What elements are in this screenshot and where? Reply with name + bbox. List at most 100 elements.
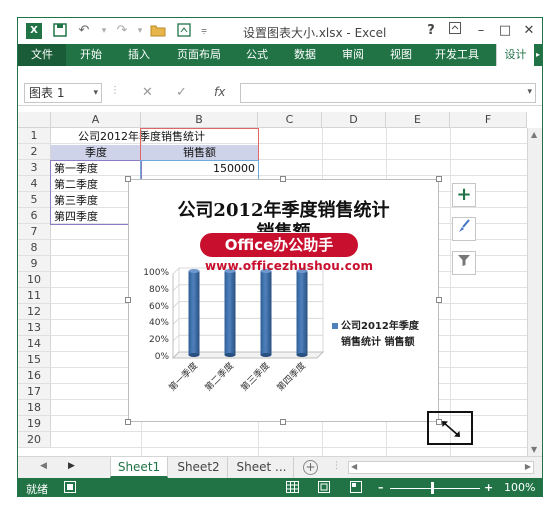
chart-bar[interactable] [260,269,272,357]
chart-object[interactable]: 公司2012年季度销售统计 销售额 0%20%40%60%80%100% 第一季… [128,179,439,422]
formula-expand-icon[interactable]: ▾ [527,87,532,97]
column-header-c[interactable]: C [258,112,322,128]
row-header-12[interactable]: 12 [18,304,51,320]
save-icon[interactable] [52,23,68,39]
horizontal-scrollbar[interactable]: ◀ ▶ [348,461,534,474]
resize-handle-bottom-left[interactable] [125,419,131,425]
sheet-next-icon[interactable]: ▶ [68,461,75,471]
row-header-6[interactable]: 6 [18,208,51,224]
tab-file[interactable]: 文件 [18,44,66,66]
minimize-icon[interactable]: – [472,22,490,40]
name-box-dropdown-icon[interactable]: ▾ [93,84,98,102]
legend-swatch [332,323,338,329]
qat-more-icon[interactable]: ⩦ [196,23,212,39]
chart-plot-area[interactable]: 第一季度 第二季度 第三季度 第四季度 [129,180,440,423]
row-header-13[interactable]: 13 [18,320,51,336]
vertical-scrollbar[interactable]: ▲ ▼ [527,128,542,456]
normal-view-icon[interactable] [286,481,299,496]
resize-handle-top-left[interactable] [125,176,131,182]
tab-scroll-right-icon[interactable]: ▸ [534,44,542,66]
column-header-d[interactable]: D [322,112,386,128]
row-header-16[interactable]: 16 [18,368,51,384]
sheet-tab-sheet2[interactable]: Sheet2 [170,457,228,478]
chart-filters-button[interactable] [452,251,476,275]
row-header-3[interactable]: 3 [18,160,51,176]
row-header-1[interactable]: 1 [18,128,51,144]
page-break-view-icon[interactable] [350,481,362,496]
resize-handle-top-right[interactable] [436,176,442,182]
tab-view[interactable]: 视图 [384,44,418,66]
row-header-18[interactable]: 18 [18,400,51,416]
resize-handle-bottom[interactable] [280,419,286,425]
column-header-a[interactable]: A [51,112,141,128]
chart-elements-button[interactable]: + [452,183,476,207]
row-header-10[interactable]: 10 [18,272,51,288]
scroll-up-icon[interactable]: ▲ [531,130,537,139]
zoom-slider-thumb[interactable] [431,482,434,494]
tab-insert[interactable]: 插入 [122,44,156,66]
scroll-right-icon[interactable]: ▶ [525,462,531,471]
row-header-15[interactable]: 15 [18,352,51,368]
row-header-4[interactable]: 4 [18,176,51,192]
row-header-17[interactable]: 17 [18,384,51,400]
row-header-5[interactable]: 5 [18,192,51,208]
row-header-9[interactable]: 9 [18,256,51,272]
column-header-b[interactable]: B [141,112,258,128]
macro-record-icon[interactable] [64,481,76,496]
row-header-19[interactable]: 19 [18,416,51,432]
row-header-14[interactable]: 14 [18,336,51,352]
legend-label-line2: 销售统计 销售额 [341,337,415,348]
resize-handle-top[interactable] [280,176,286,182]
ribbon-display-icon[interactable] [446,22,464,40]
insert-function-icon[interactable]: fx [214,85,225,99]
formula-input[interactable]: ▾ [240,83,536,103]
row-header-2[interactable]: 2 [18,144,51,160]
tab-design[interactable]: 设计 [496,44,534,66]
chart-bar[interactable] [296,269,308,357]
tab-data[interactable]: 数据 [288,44,322,66]
row-header-8[interactable]: 8 [18,240,51,256]
zoom-in-icon[interactable]: + [484,481,493,494]
help-icon[interactable]: ? [422,22,440,40]
enter-icon[interactable]: ✓ [176,85,187,100]
row-header-7[interactable]: 7 [18,224,51,240]
select-all-corner[interactable] [18,112,51,128]
sheet-prev-icon[interactable]: ◀ [40,461,47,471]
resize-handle-left[interactable] [125,297,131,303]
tab-review[interactable]: 审阅 [336,44,370,66]
undo-icon[interactable]: ↶ [76,23,92,39]
resize-handle-right[interactable] [436,297,442,303]
zoom-slider-track[interactable] [390,488,480,489]
sheet-tab-more[interactable]: Sheet ... [230,457,294,478]
close-icon[interactable]: ✕ [520,22,538,40]
column-header-e[interactable]: E [386,112,450,128]
add-sheet-icon[interactable]: + [303,460,318,475]
scroll-down-icon[interactable]: ▼ [531,445,537,454]
chart-bar[interactable] [188,269,200,357]
name-box[interactable]: 图表 1 ▾ [24,83,102,103]
customize-icon[interactable] [176,23,192,39]
maximize-icon[interactable]: □ [496,22,514,40]
page-layout-view-icon[interactable] [318,481,330,496]
scroll-left-icon[interactable]: ◀ [351,462,357,471]
row-header-11[interactable]: 11 [18,288,51,304]
plus-icon: + [456,184,472,205]
cancel-icon[interactable]: ✕ [142,85,153,100]
chart-legend[interactable]: 公司2012年季度 销售统计 销售额 [332,319,434,351]
tab-developer[interactable]: 开发工具 [430,44,484,66]
redo-icon[interactable]: ↷ [114,23,130,39]
sheet-tab-sheet1[interactable]: Sheet1 [110,457,168,478]
column-header-f[interactable]: F [450,112,527,128]
zoom-level[interactable]: 100% [504,481,535,494]
row-header-20[interactable]: 20 [18,432,51,448]
tab-page-layout[interactable]: 页面布局 [170,44,228,66]
open-folder-icon[interactable] [150,23,166,39]
chart-styles-button[interactable] [452,217,476,241]
zoom-out-icon[interactable]: – [378,481,384,494]
tab-formulas[interactable]: 公式 [240,44,274,66]
undo-dropdown-icon[interactable]: ▾ [96,23,112,39]
redo-dropdown-icon[interactable]: ▾ [132,23,148,39]
chart-bar[interactable] [224,269,236,357]
tab-home[interactable]: 开始 [74,44,108,66]
cell-a2[interactable]: 季度 [51,145,141,161]
